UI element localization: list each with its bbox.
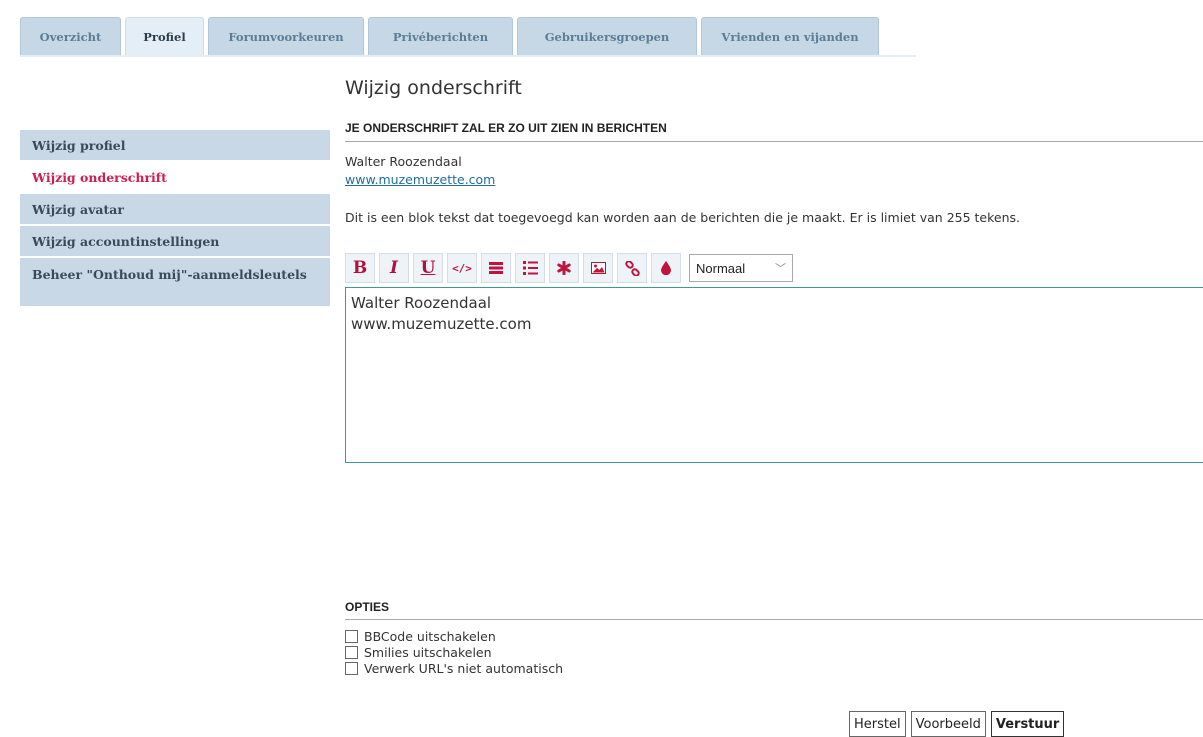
- link-icon: [624, 260, 640, 276]
- list-icon: [489, 262, 503, 274]
- form-buttons: Herstel Voorbeeld Verstuur: [849, 711, 1065, 737]
- image-icon: [590, 262, 606, 274]
- preview-button[interactable]: Voorbeeld: [910, 711, 986, 737]
- sidebar-item-wijzig-onderschrift[interactable]: Wijzig onderschrift: [20, 162, 330, 192]
- signature-explanation: Dit is een blok tekst dat toegevoegd kan…: [345, 210, 1021, 225]
- bold-icon: B: [352, 258, 368, 278]
- page-title: Wijzig onderschrift: [345, 77, 522, 99]
- option-label: BBCode uitschakelen: [364, 628, 496, 644]
- color-button[interactable]: [651, 253, 681, 283]
- signature-preview: Walter Roozendaal www.muzemuzette.com: [345, 153, 1203, 189]
- numbered-list-button[interactable]: [515, 253, 545, 283]
- underline-button[interactable]: U: [413, 253, 443, 283]
- options-heading: OPTIES: [345, 600, 1203, 620]
- sidebar-item-wijzig-avatar[interactable]: Wijzig avatar: [20, 194, 330, 224]
- reset-button[interactable]: Herstel: [849, 711, 906, 737]
- sidebar-item-beheer-aanmeldsleutels[interactable]: Beheer "Onthoud mij"-aanmeldsleutels: [20, 258, 330, 306]
- profile-tabs: Overzicht Profiel Forumvoorkeuren Privéb…: [20, 17, 883, 55]
- sidebar-item-wijzig-accountinstellingen[interactable]: Wijzig accountinstellingen: [20, 226, 330, 256]
- bbcode-toolbar: B I U </> Normaal ﹀: [345, 253, 1203, 283]
- disable-bbcode-checkbox[interactable]: [345, 629, 358, 643]
- signature-editor[interactable]: Walter Roozendaal www.muzemuzette.com: [345, 287, 1203, 463]
- chevron-down-icon: ﹀: [775, 263, 786, 275]
- submit-button[interactable]: Verstuur: [990, 711, 1065, 737]
- italic-button[interactable]: I: [379, 253, 409, 283]
- option-label: Smilies uitschakelen: [364, 644, 492, 660]
- disable-magic-url-checkbox[interactable]: [345, 661, 358, 675]
- droplet-icon: [661, 261, 671, 275]
- image-button[interactable]: [583, 253, 613, 283]
- asterisk-icon: [557, 261, 571, 275]
- option-disable-bbcode: BBCode uitschakelen: [345, 628, 1203, 644]
- signature-preview-name: Walter Roozendaal: [345, 154, 462, 169]
- option-label: Verwerk URL's niet automatisch: [364, 660, 564, 676]
- disable-smilies-checkbox[interactable]: [345, 645, 358, 659]
- options-section: OPTIES BBCode uitschakelen Smilies uitsc…: [345, 600, 1203, 676]
- code-button[interactable]: </>: [447, 253, 477, 283]
- tab-profiel[interactable]: Profiel: [125, 17, 204, 55]
- numbered-list-icon: [522, 261, 538, 275]
- underline-icon: U: [420, 258, 436, 278]
- tab-vrienden-en-vijanden[interactable]: Vrienden en vijanden: [701, 17, 879, 55]
- tab-gebruikersgroepen[interactable]: Gebruikersgroepen: [517, 17, 697, 55]
- tab-overzicht[interactable]: Overzicht: [20, 17, 121, 55]
- profile-sidebar: Wijzig profiel Wijzig onderschrift Wijzi…: [20, 130, 330, 308]
- option-disable-smilies: Smilies uitschakelen: [345, 644, 1203, 660]
- main-panel: Wijzig onderschrift JE ONDERSCHRIFT ZAL …: [345, 73, 1203, 463]
- list-button[interactable]: [481, 253, 511, 283]
- font-size-value: Normaal: [696, 260, 746, 276]
- code-icon: </>: [452, 261, 472, 275]
- tab-forumvoorkeuren[interactable]: Forumvoorkeuren: [208, 17, 364, 55]
- list-item-button[interactable]: [549, 253, 579, 283]
- signature-preview-link[interactable]: www.muzemuzette.com: [345, 172, 495, 187]
- tab-priveberichten[interactable]: Privéberichten: [368, 17, 513, 55]
- preview-heading: JE ONDERSCHRIFT ZAL ER ZO UIT ZIEN IN BE…: [345, 121, 1203, 142]
- sidebar-item-wijzig-profiel[interactable]: Wijzig profiel: [20, 130, 330, 160]
- italic-icon: I: [390, 258, 398, 278]
- tab-underline: [20, 55, 916, 57]
- font-size-select[interactable]: Normaal ﹀: [689, 254, 793, 282]
- option-disable-magic-url: Verwerk URL's niet automatisch: [345, 660, 1203, 676]
- bold-button[interactable]: B: [345, 253, 375, 283]
- link-button[interactable]: [617, 253, 647, 283]
